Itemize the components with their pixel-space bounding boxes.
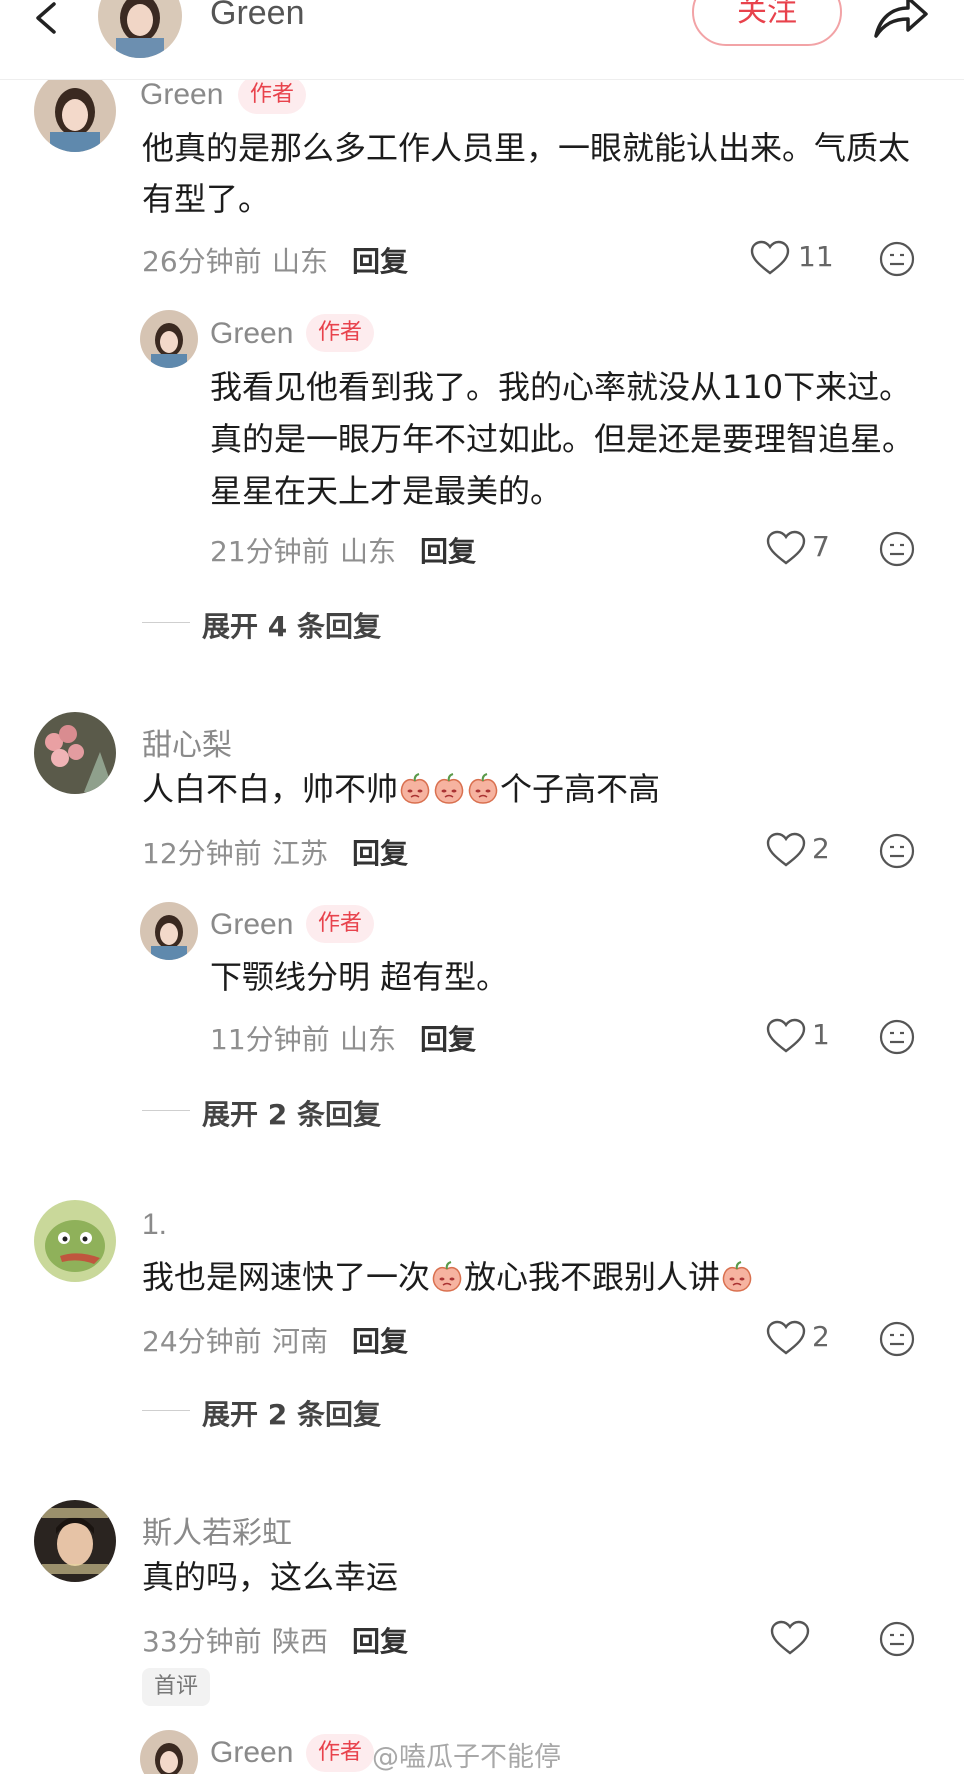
avatar[interactable] <box>34 1500 116 1582</box>
commenter-name[interactable]: 斯人若彩虹 <box>142 1508 292 1552</box>
comment-time: 24分钟前 <box>142 1325 262 1358</box>
top-bar: Green 关注 <box>0 0 964 80</box>
reply-text-line: 真的是一眼万年不过如此。但是还是要理智追星。 <box>210 420 915 458</box>
commenter-name[interactable]: Green <box>140 78 223 112</box>
heart-outline-icon[interactable] <box>766 1320 806 1356</box>
author-tag: 作者 <box>306 314 375 352</box>
heart-outline-icon[interactable] <box>766 832 806 868</box>
comment-text: 我也是网速快了一次 放心我不跟别人讲 <box>142 1252 754 1303</box>
chevron-left-icon <box>36 2 56 34</box>
reply-button[interactable]: 回复 <box>420 530 476 570</box>
comment-text-line: 真的吗，这么幸运 <box>142 1558 399 1596</box>
like-count: 11 <box>798 240 834 273</box>
comment-time: 26分钟前 <box>142 245 262 278</box>
author-tag: 作者 <box>306 905 375 943</box>
neutral-face-icon[interactable] <box>878 832 916 870</box>
commenter-name[interactable]: 1. <box>142 1208 167 1242</box>
like-count: 2 <box>812 832 830 865</box>
comment-text-part: 人白不白，帅不帅 <box>142 770 399 808</box>
watermark: @嗑瓜子不能停 <box>372 1742 561 1773</box>
author-tag: 作者 <box>306 1734 375 1772</box>
comment-text: 人白不白，帅不帅 个子高不高 <box>142 764 660 815</box>
avatar[interactable] <box>140 902 198 960</box>
heart-outline-icon[interactable] <box>766 530 806 566</box>
header-avatar[interactable] <box>98 0 182 58</box>
heart-outline-icon[interactable] <box>770 1620 810 1656</box>
neutral-face-icon[interactable] <box>878 240 916 278</box>
avatar[interactable] <box>34 70 116 152</box>
peach-emoji <box>434 773 464 804</box>
reply-location: 山东 <box>340 535 397 568</box>
comment-text-part: 个子高不高 <box>500 770 661 808</box>
neutral-face-icon[interactable] <box>878 1320 916 1358</box>
avatar[interactable] <box>140 1730 198 1774</box>
reply-text-line: 星星在天上才是最美的。 <box>210 472 563 510</box>
follow-button[interactable]: 关注 <box>692 0 842 46</box>
peach-emoji <box>468 773 498 804</box>
heart-outline-icon[interactable] <box>766 1018 806 1054</box>
reply-button[interactable]: 回复 <box>352 1320 408 1360</box>
header-username[interactable]: Green <box>210 0 305 33</box>
comment-time: 33分钟前 <box>142 1625 262 1658</box>
avatar[interactable] <box>34 1200 116 1282</box>
reply-button[interactable]: 回复 <box>352 240 408 280</box>
comment-location: 山东 <box>272 245 329 278</box>
back-button[interactable] <box>28 0 68 40</box>
heart-outline-icon[interactable] <box>750 240 790 276</box>
comment-text-line: 他真的是那么多工作人员里，一眼就能认出来。气质太 <box>142 129 911 167</box>
like-count: 2 <box>812 1320 830 1353</box>
reply-time: 21分钟前 <box>210 535 330 568</box>
first-comment-badge: 首评 <box>142 1668 211 1706</box>
like-count: 1 <box>812 1018 830 1051</box>
expand-divider <box>142 622 190 623</box>
commenter-name[interactable]: Green <box>210 1736 293 1770</box>
reply-time: 11分钟前 <box>210 1023 330 1056</box>
commenter-name[interactable]: 甜心梨 <box>142 720 232 764</box>
reply-button[interactable]: 回复 <box>420 1018 476 1058</box>
peach-emoji <box>432 1261 462 1292</box>
peach-emoji <box>400 773 430 804</box>
author-tag: 作者 <box>238 76 307 114</box>
reply-text-line: 我看见他看到我了。我的心率就没从110下来过。 <box>210 368 912 406</box>
reply-button[interactable]: 回复 <box>352 1620 408 1660</box>
reply-location: 山东 <box>340 1023 397 1056</box>
expand-divider <box>142 1410 190 1411</box>
reply-button[interactable]: 回复 <box>352 832 408 872</box>
peach-emoji <box>722 1261 752 1292</box>
avatar[interactable] <box>34 712 116 794</box>
comment-text-line: 有型了。 <box>142 180 271 218</box>
like-count: 7 <box>812 530 830 563</box>
avatar-image <box>98 0 182 58</box>
comment-location: 陕西 <box>272 1625 329 1658</box>
share-button[interactable] <box>870 0 930 42</box>
commenter-name[interactable]: Green <box>210 908 293 942</box>
share-arrow-icon <box>874 0 928 38</box>
neutral-face-icon[interactable] <box>878 530 916 568</box>
expand-replies-button[interactable]: 展开 2 条回复 <box>202 1393 381 1433</box>
comment-location: 江苏 <box>272 837 329 870</box>
expand-replies-button[interactable]: 展开 2 条回复 <box>202 1093 381 1133</box>
neutral-face-icon[interactable] <box>878 1620 916 1658</box>
comment-text-part: 我也是网速快了一次 <box>142 1258 431 1296</box>
commenter-name[interactable]: Green <box>210 317 293 351</box>
comment-time: 12分钟前 <box>142 837 262 870</box>
neutral-face-icon[interactable] <box>878 1018 916 1056</box>
reply-text-line: 下颚线分明 超有型。 <box>210 958 509 996</box>
comment-location: 河南 <box>272 1325 329 1358</box>
expand-replies-button[interactable]: 展开 4 条回复 <box>202 605 381 645</box>
comment-text-part: 放心我不跟别人讲 <box>464 1258 721 1296</box>
avatar[interactable] <box>140 310 198 368</box>
comment-screen: Green 关注 Green 作者 他真的是那么多工作人员里，一眼就能认出来。气… <box>0 0 964 1774</box>
expand-divider <box>142 1110 190 1111</box>
